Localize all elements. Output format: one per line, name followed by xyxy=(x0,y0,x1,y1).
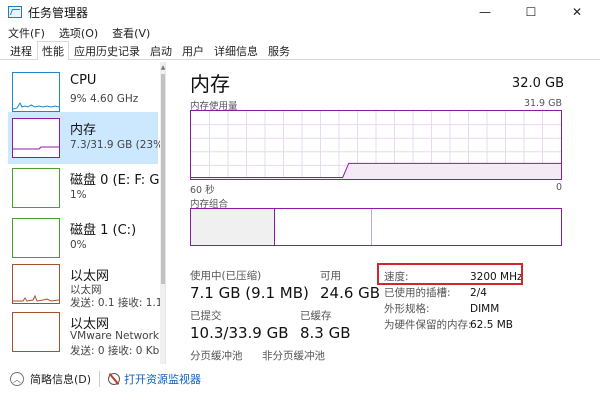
tab-app-history[interactable]: 应用历史记录 xyxy=(69,41,145,59)
sidebar-cpu-sub: 9% 4.60 GHz xyxy=(70,93,139,105)
tab-services[interactable]: 服务 xyxy=(263,41,295,59)
menu-view[interactable]: 查看(V) xyxy=(112,25,150,41)
chevron-up-icon[interactable]: ︿ xyxy=(10,372,24,386)
tab-startup[interactable]: 启动 xyxy=(145,41,177,59)
graph-time-left: 60 秒 xyxy=(190,185,215,196)
ethernet2-thumbnail xyxy=(12,312,60,352)
title-bar: 任务管理器 — ☐ ✕ xyxy=(0,0,600,24)
cached-value: 8.3 GB xyxy=(300,324,351,342)
tab-performance[interactable]: 性能 xyxy=(37,41,69,60)
paged-pool-label: 分页缓冲池 xyxy=(190,350,243,362)
memory-composition-bar xyxy=(190,208,562,246)
sidebar-ethernet2-traffic: 发送: 0 接收: 0 Kbp xyxy=(70,345,166,357)
sidebar-item-disk0[interactable]: 磁盘 0 (E: F: G: 1% xyxy=(8,162,164,214)
memory-usage-plot xyxy=(191,111,561,179)
total-memory: 32.0 GB xyxy=(511,76,564,91)
close-button[interactable]: ✕ xyxy=(554,0,600,24)
slots-key: 已使用的插槽: xyxy=(384,287,451,299)
in-use-value: 7.1 GB (9.1 MB) xyxy=(190,284,309,302)
committed-value: 10.3/33.9 GB xyxy=(190,324,289,342)
disk1-thumbnail xyxy=(12,218,60,258)
footer-separator xyxy=(99,371,101,387)
usage-graph-max: 31.9 GB xyxy=(523,98,562,109)
sidebar-disk0-sub: 1% xyxy=(70,189,87,201)
sidebar-disk1-title: 磁盘 1 (C:) xyxy=(70,223,137,238)
window-controls: — ☐ ✕ xyxy=(462,0,600,24)
memory-thumbnail xyxy=(12,118,60,158)
window-title: 任务管理器 xyxy=(28,5,89,20)
tab-processes[interactable]: 进程 xyxy=(5,41,37,59)
tab-details[interactable]: 详细信息 xyxy=(209,41,263,59)
available-label: 可用 xyxy=(320,270,341,282)
slots-value: 2/4 xyxy=(470,287,487,299)
maximize-button[interactable]: ☐ xyxy=(508,0,554,24)
sidebar-item-ethernet-2[interactable]: 以太网 VMware Network .. 发送: 0 接收: 0 Kbp xyxy=(8,306,165,358)
nonpaged-pool-label: 非分页缓冲池 xyxy=(262,350,325,362)
footer-bar: ︿ 简略信息(D) 打开资源监视器 xyxy=(0,364,600,394)
minimize-button[interactable]: — xyxy=(462,0,508,24)
memory-mini-graph xyxy=(13,146,59,150)
ethernet1-mini-graph xyxy=(13,294,60,302)
memory-detail-panel: 内存 32.0 GB 内存使用量 31.9 GB 60 秒 0 内存组合 使用中… xyxy=(186,62,566,364)
sidebar-memory-title: 内存 xyxy=(70,123,97,138)
composition-divider xyxy=(371,209,372,245)
reserved-value: 62.5 MB xyxy=(470,319,513,331)
tab-users[interactable]: 用户 xyxy=(177,41,209,59)
page-title: 内存 xyxy=(190,72,230,96)
disk0-thumbnail xyxy=(12,168,60,208)
scroll-up-arrow-icon[interactable]: ▲ xyxy=(160,64,165,72)
sidebar-disk0-title: 磁盘 0 (E: F: G: xyxy=(70,173,164,188)
cpu-thumbnail xyxy=(12,72,60,112)
sidebar-ethernet2-adapter: VMware Network .. xyxy=(70,330,166,342)
resource-monitor-icon xyxy=(108,373,121,385)
sidebar-memory-sub: 7.3/31.9 GB (23%) xyxy=(70,139,166,151)
menu-file[interactable]: 文件(F) xyxy=(8,25,45,41)
menu-bar: 文件(F) 选项(O) 查看(V) xyxy=(0,24,600,41)
form-factor-value: DIMM xyxy=(470,303,500,315)
ethernet1-thumbnail xyxy=(12,264,60,304)
info-row-slots: 已使用的插槽: 2/4 xyxy=(384,285,487,300)
scrollbar-thumb[interactable] xyxy=(161,74,165,284)
available-value: 24.6 GB xyxy=(320,284,381,302)
sidebar-cpu-title: CPU xyxy=(70,73,97,88)
fewer-details-link[interactable]: 简略信息(D) xyxy=(30,371,91,387)
menu-options[interactable]: 选项(O) xyxy=(59,25,98,41)
sidebar-scrollbar[interactable]: ▲ xyxy=(160,62,165,364)
in-use-label: 使用中(已压缩) xyxy=(190,270,262,282)
cpu-mini-graph xyxy=(12,101,60,110)
open-resource-monitor-link[interactable]: 打开资源监视器 xyxy=(124,371,201,387)
committed-label: 已提交 xyxy=(190,310,222,322)
sidebar-item-disk1[interactable]: 磁盘 1 (C:) 0% xyxy=(8,212,158,264)
task-manager-icon xyxy=(8,6,22,18)
form-factor-key: 外形规格: xyxy=(384,303,430,315)
info-row-reserved: 为硬件保留的内存:62.5 MB xyxy=(384,317,513,332)
cached-label: 已缓存 xyxy=(300,310,332,322)
info-row-form-factor: 外形规格: DIMM xyxy=(384,301,499,316)
sidebar-item-ethernet-1[interactable]: 以太网 以太网 发送: 0.1 接收: 1.1 M xyxy=(8,258,165,310)
sidebar-item-cpu[interactable]: CPU 9% 4.60 GHz xyxy=(8,66,158,118)
tab-bar: 进程 性能 应用历史记录 启动 用户 详细信息 服务 xyxy=(0,41,600,60)
reserved-key: 为硬件保留的内存: xyxy=(384,319,472,331)
resource-sidebar: CPU 9% 4.60 GHz 内存 7.3/31.9 GB (23%) 磁盘 … xyxy=(8,62,166,364)
graph-time-right: 0 xyxy=(555,182,562,193)
sidebar-disk1-sub: 0% xyxy=(70,239,87,251)
speed-highlight-box xyxy=(377,263,523,285)
sidebar-item-memory[interactable]: 内存 7.3/31.9 GB (23%) xyxy=(8,112,165,164)
composition-in-use xyxy=(191,209,275,245)
memory-usage-graph xyxy=(190,110,562,180)
